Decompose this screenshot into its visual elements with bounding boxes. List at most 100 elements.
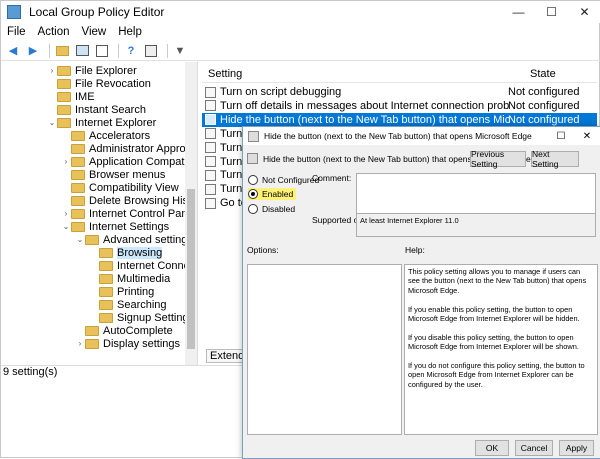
policy-setting-icon	[205, 156, 216, 167]
folder-icon	[71, 130, 85, 141]
expanded-chevron-icon[interactable]: ⌄	[61, 222, 71, 231]
tree-item[interactable]: Printing	[89, 285, 154, 298]
setting-state: Not configured	[508, 99, 580, 112]
tree-item[interactable]: File Revocation	[47, 77, 151, 90]
tree-item[interactable]: Compatibility View	[61, 181, 179, 194]
tree-item[interactable]: ⌄ Advanced settings	[75, 233, 193, 246]
dialog-close-button[interactable]: ✕	[574, 127, 600, 145]
forward-arrow-icon[interactable]: ▶	[25, 43, 41, 59]
folder-icon	[57, 104, 71, 115]
column-header-state[interactable]: State	[512, 68, 556, 80]
tree-item[interactable]: ⌄ Internet Settings	[61, 220, 169, 233]
toolbar-separator	[118, 43, 119, 58]
tree-item-label: Delete Browsing History	[89, 194, 198, 207]
menu-view[interactable]: View	[76, 26, 113, 38]
comment-textbox[interactable]	[356, 173, 596, 214]
policy-tree: › File Explorer File Revocation IME Instant …	[1, 62, 198, 365]
policy-setting-icon	[205, 100, 216, 112]
folder-icon	[99, 273, 113, 284]
tree-item[interactable]: › Internet Control Panel	[61, 207, 196, 220]
setting-state: Not configured	[508, 86, 580, 98]
tree-item[interactable]: Searching	[89, 298, 167, 311]
tree-item-label: Internet Settings	[89, 220, 170, 233]
folder-up-icon[interactable]	[54, 43, 70, 59]
tree-item[interactable]: › File Explorer	[47, 64, 137, 77]
tree-item-label: Administrator Approved C	[89, 142, 197, 155]
tree-item[interactable]: Accelerators	[61, 129, 150, 142]
tree-item[interactable]: Browser menus	[61, 168, 165, 181]
policy-setting-icon	[205, 183, 216, 195]
filter-icon[interactable]: ▼	[172, 43, 188, 59]
radio-enabled-dot[interactable]	[248, 189, 258, 199]
help-icon[interactable]: ?	[123, 43, 139, 59]
toolbar-separator	[167, 43, 168, 58]
expanded-chevron-icon[interactable]: ⌄	[47, 118, 57, 127]
apply-button[interactable]: Apply	[559, 440, 594, 456]
maximize-button[interactable]: ☐	[535, 1, 568, 23]
tree-item[interactable]: Delete Browsing History	[61, 194, 198, 207]
setting-row[interactable]: Turn off details in messages about Inter…	[202, 99, 597, 113]
export-list-icon[interactable]	[94, 43, 110, 59]
next-setting-button[interactable]: Next Setting	[531, 149, 579, 169]
setting-name: Hide the button (next to the New Tab but…	[220, 113, 510, 126]
back-arrow-icon[interactable]: ◀	[5, 43, 21, 59]
properties-icon[interactable]	[143, 43, 159, 59]
tree-item[interactable]: IME	[47, 90, 95, 103]
close-button[interactable]: ✕	[568, 1, 600, 23]
tree-item-label: Multimedia	[117, 272, 171, 285]
collapsed-chevron-icon[interactable]: ›	[61, 157, 71, 166]
tree-item-label: Internet Explorer	[75, 116, 157, 129]
ok-button[interactable]: OK	[475, 440, 509, 456]
toolbar: ◀ ▶ ? ▼	[1, 41, 600, 61]
tree-item[interactable]: ⌄ Internet Explorer	[47, 116, 157, 129]
folder-icon	[71, 156, 85, 167]
radio-not-configured[interactable]: Not Configured	[248, 175, 319, 185]
gpedit-window: Local Group Policy Editor — ☐ ✕ File Act…	[0, 0, 600, 459]
tree-item[interactable]: Signup Settings	[89, 311, 194, 324]
window-title: Local Group Policy Editor	[29, 5, 165, 19]
folder-icon	[57, 91, 71, 102]
previous-setting-button[interactable]: Previous Setting	[470, 149, 526, 169]
menu-action[interactable]: Action	[32, 26, 76, 38]
folder-icon	[57, 117, 71, 128]
tree-item[interactable]: › Application Compatibility	[61, 155, 197, 168]
tree-scrollbar-thumb[interactable]	[187, 189, 195, 349]
tree-scrollbar[interactable]	[185, 62, 197, 365]
expanded-chevron-icon[interactable]: ⌄	[75, 235, 85, 244]
folder-icon	[71, 195, 85, 206]
collapsed-chevron-icon[interactable]: ›	[75, 339, 85, 348]
tree-item[interactable]: Instant Search	[47, 103, 146, 116]
radio-disabled[interactable]: Disabled	[248, 204, 295, 214]
minimize-button[interactable]: —	[502, 1, 535, 23]
help-text: This policy setting allows you to manage…	[405, 265, 597, 401]
show-hide-tree-icon[interactable]	[74, 43, 90, 59]
tree-item[interactable]: Internet Connectio	[89, 259, 197, 272]
folder-icon	[99, 286, 113, 297]
tree-item-label: Display settings	[103, 337, 181, 350]
radio-disabled-dot[interactable]	[248, 204, 258, 214]
folder-icon	[85, 234, 99, 245]
radio-not-configured-dot[interactable]	[248, 175, 258, 185]
tree-item[interactable]: Administrator Approved C	[61, 142, 197, 155]
collapsed-chevron-icon[interactable]: ›	[61, 209, 71, 218]
radio-not-configured-label: Not Configured	[262, 175, 320, 185]
folder-icon	[71, 169, 85, 180]
setting-state: Not configured	[508, 113, 580, 126]
column-header-setting[interactable]: Setting	[202, 68, 512, 80]
dialog-maximize-button[interactable]: ☐	[548, 127, 574, 145]
tree-item[interactable]: Multimedia	[89, 272, 170, 285]
dialog-title-bar: Hide the button (next to the New Tab but…	[243, 127, 600, 145]
collapsed-chevron-icon[interactable]: ›	[47, 66, 57, 75]
setting-row[interactable]: Turn on script debugging Not configured	[202, 85, 597, 99]
folder-icon	[99, 260, 113, 271]
policy-icon	[247, 153, 258, 164]
radio-enabled[interactable]: Enabled	[248, 188, 297, 200]
tree-item[interactable]: Browsing	[89, 246, 163, 259]
tree-item[interactable]: › Display settings	[75, 337, 180, 350]
tree-item-label: Compatibility View	[89, 181, 179, 194]
menu-file[interactable]: File	[1, 26, 32, 38]
tree-item[interactable]: AutoComplete	[75, 324, 173, 337]
cancel-button[interactable]: Cancel	[515, 440, 553, 456]
menu-help[interactable]: Help	[112, 26, 148, 38]
setting-row[interactable]: Hide the button (next to the New Tab but…	[202, 112, 597, 127]
